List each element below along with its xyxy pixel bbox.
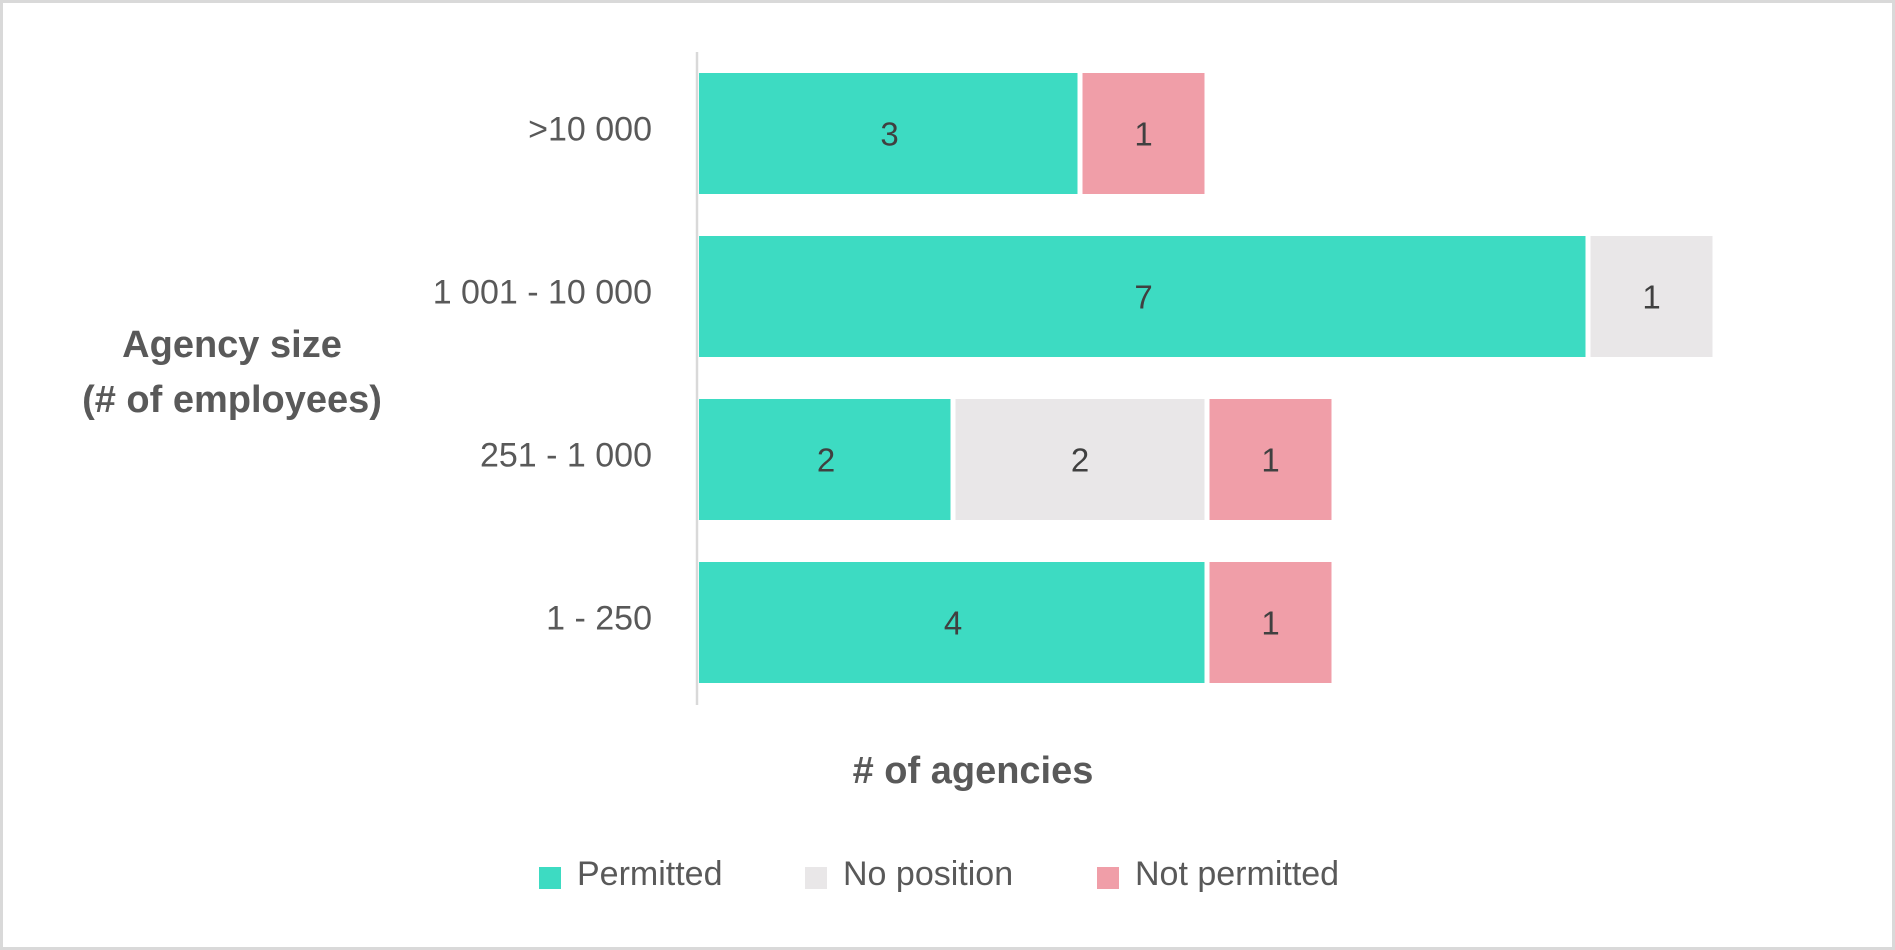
data-label: 1 (1642, 279, 1660, 316)
category-label: >10 000 (528, 111, 652, 149)
stacked-bar-chart: Agency size (# of employees) >10 000 1 00… (82, 52, 1713, 893)
bars (699, 73, 1713, 683)
legend-label: Not permitted (1135, 855, 1339, 893)
x-axis-title: # of agencies (853, 750, 1094, 792)
data-label: 1 (1261, 605, 1279, 642)
y-axis-title: Agency size (# of employees) (82, 324, 382, 421)
legend-label: No position (843, 855, 1013, 893)
legend-item-permitted: Permitted (539, 855, 723, 893)
data-label: 7 (1134, 279, 1152, 316)
legend-label: Permitted (577, 855, 723, 893)
legend-swatch (1097, 867, 1119, 889)
category-labels: >10 000 1 001 - 10 000 251 - 1 000 1 - 250 (433, 111, 652, 638)
legend-item-no-position: No position (805, 855, 1013, 893)
y-axis-title-line-2: (# of employees) (82, 379, 382, 421)
category-label: 251 - 1 000 (480, 437, 652, 475)
category-label: 1 - 250 (546, 600, 652, 638)
data-label: 1 (1261, 442, 1279, 479)
legend-item-not-permitted: Not permitted (1097, 855, 1339, 893)
category-label: 1 001 - 10 000 (433, 274, 652, 312)
data-label: 2 (1071, 442, 1089, 479)
data-label: 1 (1134, 116, 1152, 153)
legend: Permitted No position Not permitted (539, 855, 1339, 893)
data-label: 2 (817, 442, 835, 479)
data-label: 4 (944, 605, 962, 642)
legend-swatch (539, 867, 561, 889)
y-axis-title-line-1: Agency size (122, 324, 342, 366)
data-label: 3 (880, 116, 898, 153)
legend-swatch (805, 867, 827, 889)
